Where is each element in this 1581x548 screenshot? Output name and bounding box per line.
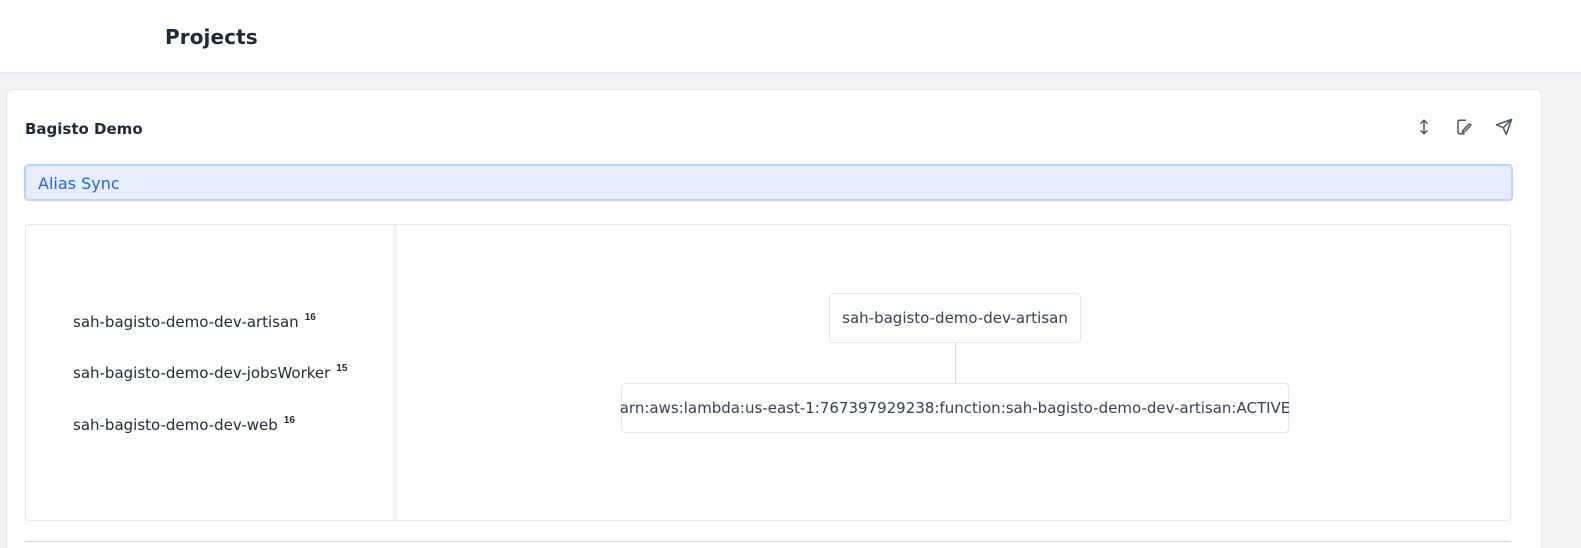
alias-sync-label: Alias Sync [38,174,120,193]
function-item[interactable]: sah-bagisto-demo-dev-web 16 [73,415,295,434]
function-count-badge: 16 [304,312,316,323]
send-icon[interactable] [1493,116,1515,138]
function-name: sah-bagisto-demo-dev-web [73,416,278,434]
function-count-badge: 15 [336,363,348,374]
function-count-badge: 16 [283,415,295,426]
graph-edge [955,343,956,383]
divider [25,541,1511,542]
alias-panel: sah-bagisto-demo-dev-artisan 16 sah-bagi… [25,224,1511,521]
expand-vertical-icon[interactable] [1413,116,1435,138]
top-bar: Projects [0,0,1581,73]
project-card: Bagisto Demo Alias Sync sah-bagisto-demo… [6,89,1542,548]
graph-root-node[interactable]: sah-bagisto-demo-dev-artisan [829,293,1081,343]
alias-graph: sah-bagisto-demo-dev-artisan arn:aws:lam… [401,225,1511,520]
function-item[interactable]: sah-bagisto-demo-dev-jobsWorker 15 [73,363,348,382]
function-name: sah-bagisto-demo-dev-jobsWorker [73,364,331,382]
function-item[interactable]: sah-bagisto-demo-dev-artisan 16 [73,312,316,331]
alias-sync-tab[interactable]: Alias Sync [24,164,1513,201]
project-title: Bagisto Demo [25,120,143,138]
function-list: sah-bagisto-demo-dev-artisan 16 sah-bagi… [26,225,397,520]
project-actions [1413,116,1515,138]
edit-icon[interactable] [1453,116,1475,138]
graph-arn-node[interactable]: arn:aws:lambda:us-east-1:767397929238:fu… [620,383,1290,433]
page-title: Projects [165,25,258,49]
function-name: sah-bagisto-demo-dev-artisan [73,313,299,331]
